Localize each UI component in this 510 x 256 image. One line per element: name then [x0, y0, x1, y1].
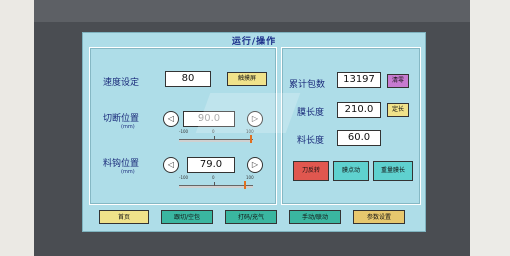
touch-screen-button[interactable]: 触摸屏 [227, 72, 267, 86]
hmi-bezel-top [34, 0, 470, 22]
machine-casing-left [0, 0, 34, 256]
cut-slider-thumb[interactable] [250, 135, 252, 143]
hook-slider-thumb[interactable] [244, 181, 246, 189]
page-title: 运行/操作 [231, 37, 277, 47]
count-label: 累计包数 [289, 80, 326, 90]
parameter-settings-button[interactable]: 参数设置 [353, 210, 405, 224]
clear-count-button[interactable]: 清零 [387, 74, 409, 88]
film-length-label: 膜长度 [297, 108, 325, 118]
cut-position-unit: (mm) [121, 124, 135, 130]
hook-scale-min: -100 [179, 175, 189, 180]
cut-bag-button[interactable]: 跟切/空包 [161, 210, 213, 224]
hook-scale-mid: 0 [212, 175, 215, 180]
material-length-label: 料长度 [297, 136, 325, 146]
cut-slider-center-tick [214, 136, 215, 140]
count-value: 13197 [337, 72, 381, 88]
machine-casing-right [470, 0, 510, 256]
home-button[interactable]: 首页 [99, 210, 149, 224]
hook-increase-icon[interactable]: ▷ [247, 157, 263, 173]
fixed-length-button[interactable]: 定长 [387, 103, 409, 117]
cut-position-label: 切断位置 [103, 114, 140, 124]
film-length-input[interactable]: 210.0 [337, 102, 381, 118]
hook-position-input[interactable]: 79.0 [187, 157, 235, 173]
cut-slider-track[interactable] [179, 139, 253, 142]
material-length-input[interactable]: 60.0 [337, 130, 381, 146]
cut-decrease-icon[interactable]: ◁ [163, 111, 179, 127]
hook-position-label: 料钩位置 [103, 159, 140, 169]
screen-glare [195, 93, 301, 133]
knife-reverse-button[interactable]: 刀反转 [293, 161, 329, 181]
print-inflate-button[interactable]: 打码/充气 [225, 210, 277, 224]
cut-scale-min: -100 [179, 129, 189, 134]
hook-slider-center-tick [214, 182, 215, 186]
hook-position-unit: (mm) [121, 169, 135, 175]
film-jog-button[interactable]: 膜点动 [333, 161, 369, 181]
hook-slider-track[interactable] [179, 185, 253, 188]
speed-label: 速度设定 [103, 78, 140, 88]
hook-decrease-icon[interactable]: ◁ [163, 157, 179, 173]
manual-auto-button[interactable]: 手动/联动 [289, 210, 341, 224]
remeasure-film-button[interactable]: 重量膜长 [373, 161, 413, 181]
hook-scale-max: 100 [246, 175, 254, 180]
hmi-screen: 运行/操作 速度设定 80 触摸屏 切断位置 (mm) ◁ 90.0 ▷ -10… [82, 32, 426, 232]
right-panel [281, 47, 421, 205]
speed-input[interactable]: 80 [165, 71, 211, 87]
